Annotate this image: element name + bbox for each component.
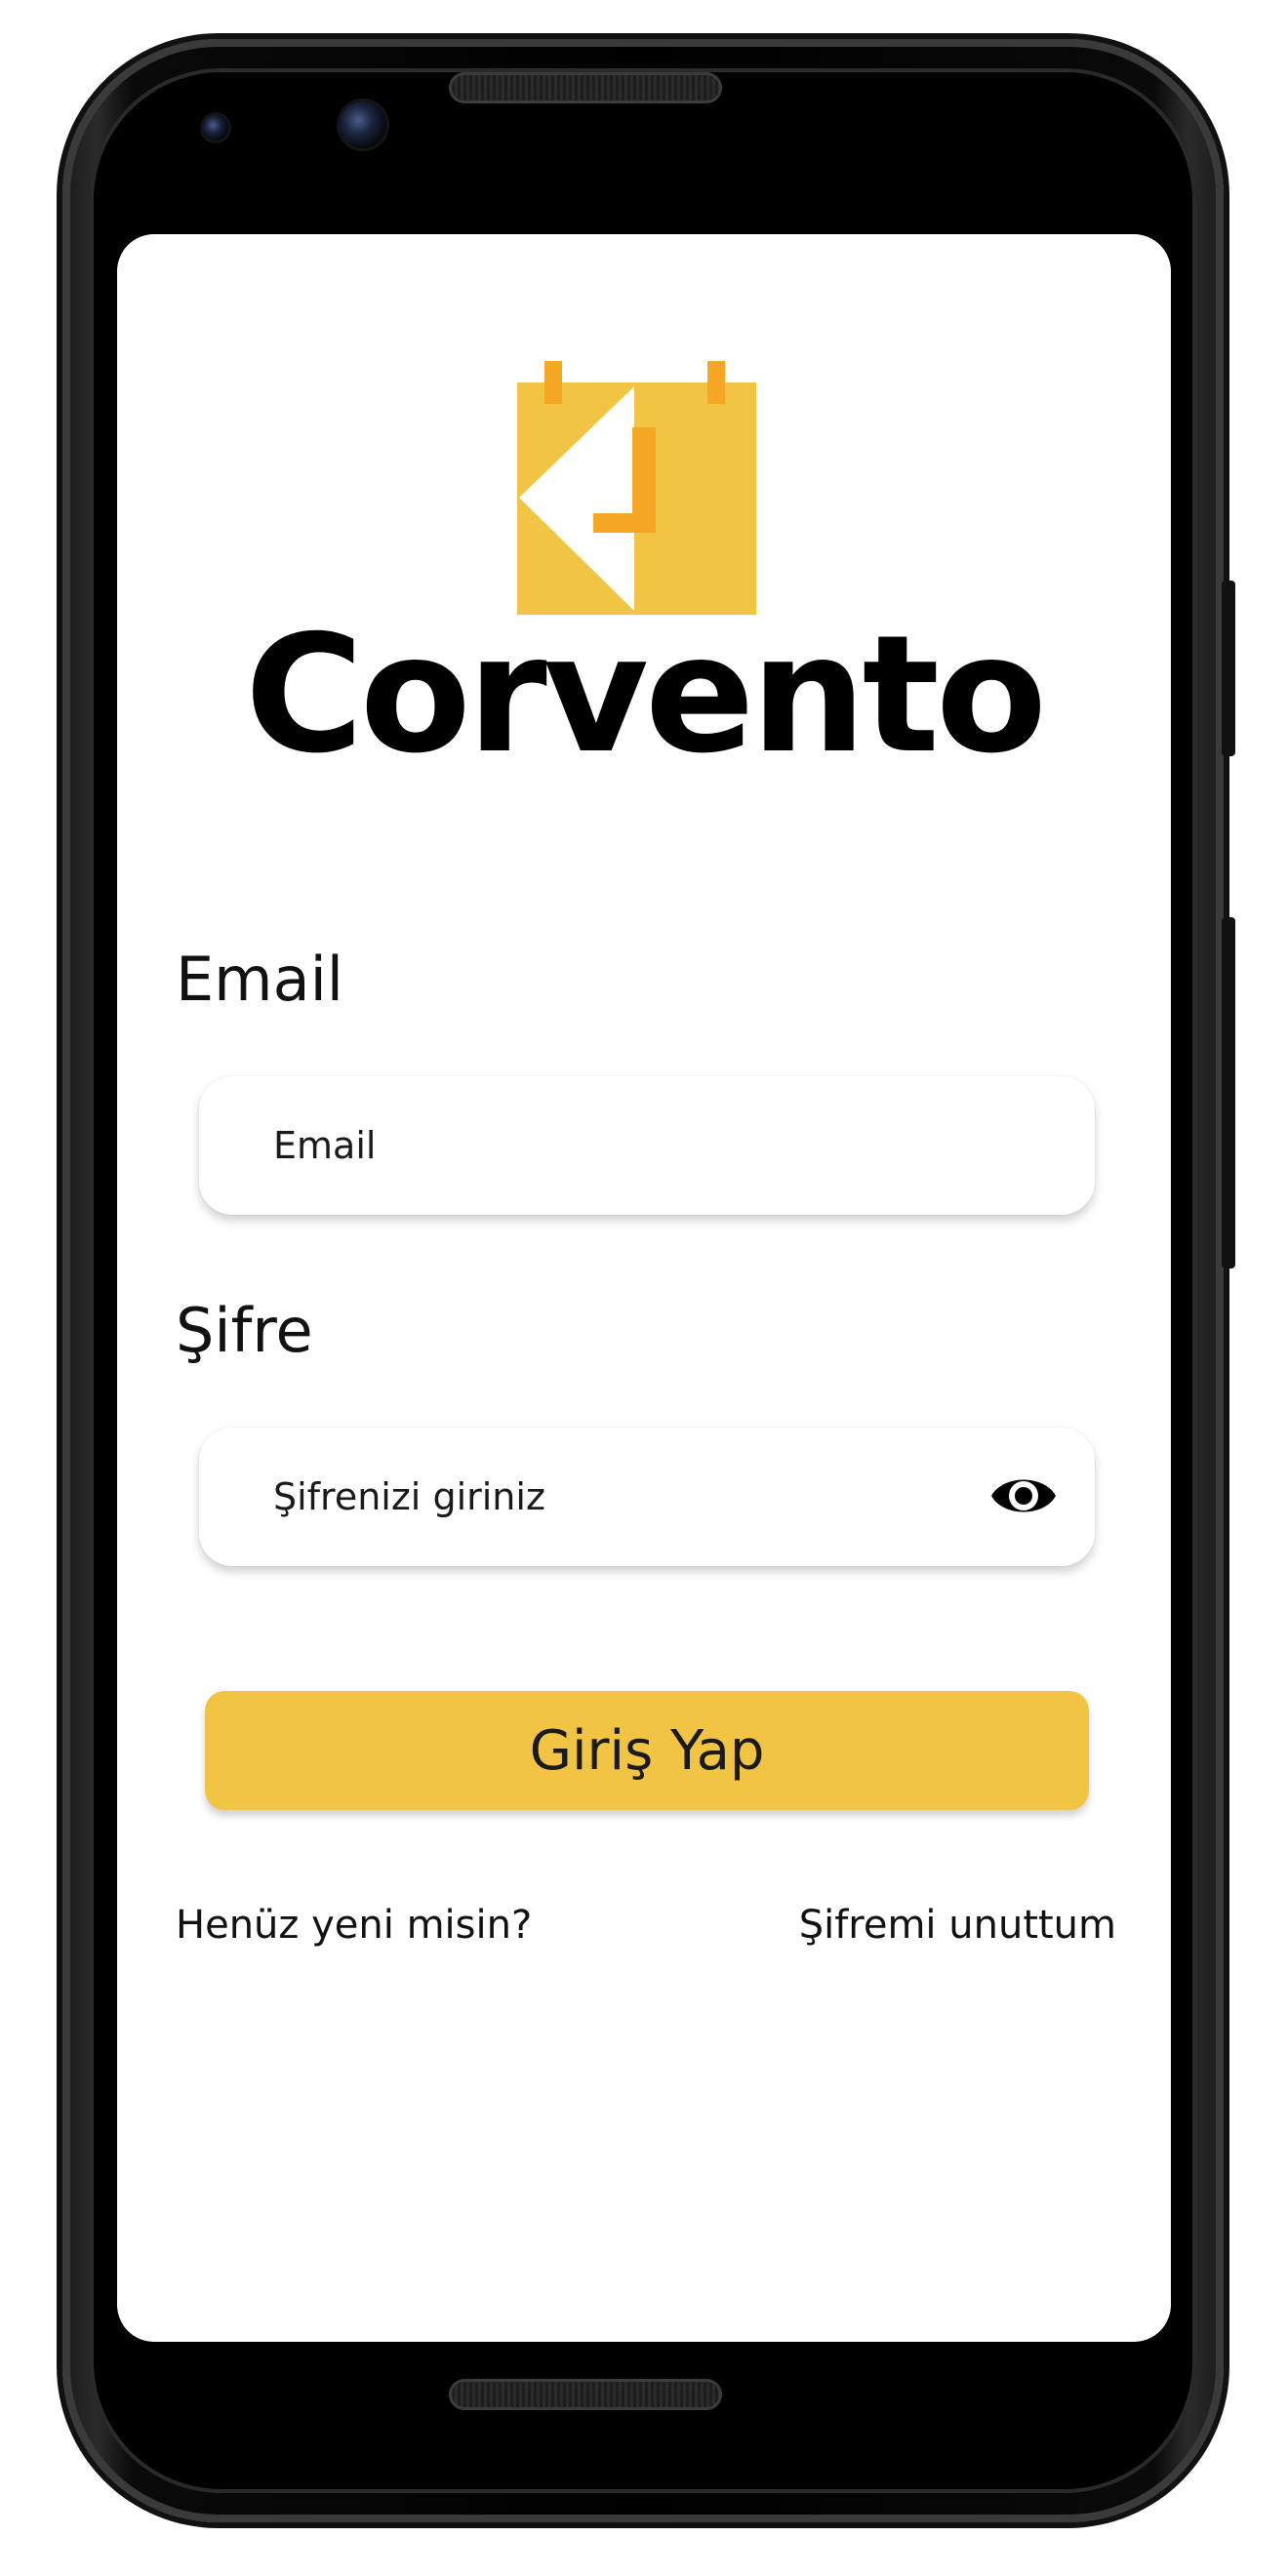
login-button[interactable]: Giriş Yap <box>205 1691 1089 1810</box>
earpiece-speaker <box>449 72 722 103</box>
login-screen: Corvento Email Şifre Giriş Yap Henüz yen… <box>117 234 1171 2342</box>
front-sensor <box>203 115 228 141</box>
forgot-password-link[interactable]: Şifremi unuttum <box>799 1906 1116 1945</box>
password-field-container <box>199 1428 1095 1566</box>
signup-link[interactable]: Henüz yeni misin? <box>176 1906 532 1945</box>
bottom-speaker <box>449 2379 722 2410</box>
front-camera <box>340 101 386 148</box>
password-field[interactable] <box>199 1428 960 1566</box>
power-button <box>1222 581 1235 756</box>
eye-icon[interactable] <box>989 1467 1058 1525</box>
password-label: Şifre <box>176 1295 313 1366</box>
email-field[interactable] <box>199 1076 960 1215</box>
calendar-logo-icon <box>517 361 756 615</box>
volume-button <box>1222 917 1235 1268</box>
brand-name: Corvento <box>244 601 1047 789</box>
device-stage: Corvento Email Şifre Giriş Yap Henüz yen… <box>0 0 1288 2576</box>
email-label: Email <box>176 944 344 1015</box>
email-field-container <box>199 1076 1095 1215</box>
